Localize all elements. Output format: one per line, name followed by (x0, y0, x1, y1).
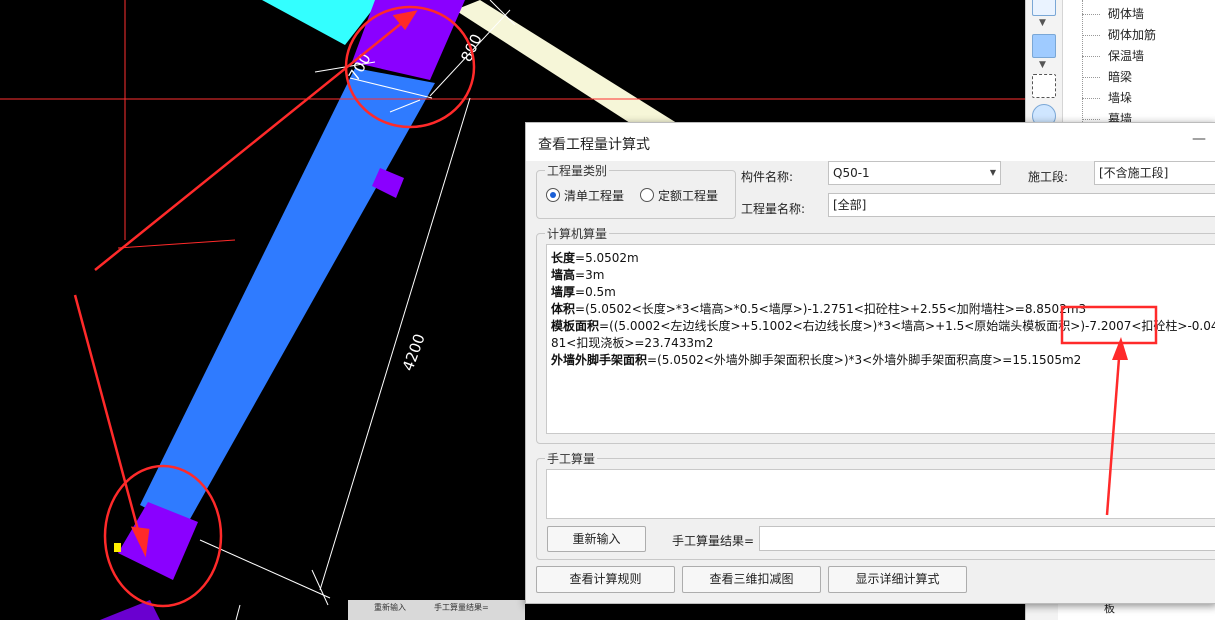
calc-line-volume: 体积=(5.0502<长度>*3<墙高>*0.5<墙厚>)-1.2751<扣砼柱… (551, 302, 1087, 316)
stage-select[interactable]: [不含施工段] (1094, 161, 1215, 185)
quantity-name-value: [全部] (833, 198, 867, 212)
category-group-title: 工程量类别 (545, 162, 610, 179)
calc-line-formwork-cont: 81<扣现浇板>=23.7433m2 (551, 336, 714, 350)
dialog-title: 查看工程量计算式 (538, 137, 650, 153)
reinput-button[interactable]: 重新输入 (547, 526, 646, 552)
yellow-marker (114, 543, 121, 552)
stage-value: [不含施工段] (1099, 166, 1169, 180)
manual-result-field[interactable] (759, 526, 1215, 551)
dialog-titlebar[interactable]: 查看工程量计算式 — (526, 123, 1215, 161)
calc-line-formwork: 模板面积=((5.0002<左边线长度>+5.1002<右边线长度>)*3<墙高… (551, 319, 1215, 333)
component-name-value: Q50-1 (833, 166, 870, 180)
hidden-result-text: 手工算量结果= (434, 603, 489, 612)
select-box-icon[interactable] (1032, 74, 1056, 98)
manual-calc-title: 手工算量 (545, 450, 598, 467)
radio-list-label[interactable]: 清单工程量 (564, 187, 624, 204)
radio-quota-quantity[interactable] (640, 188, 654, 202)
tree-item-insulation-wall[interactable]: 保温墙 (1074, 46, 1144, 66)
computer-calc-title: 计算机算量 (545, 225, 610, 242)
minimize-button[interactable]: — (1192, 131, 1206, 147)
stage-label: 施工段: (1028, 170, 1069, 184)
quantity-formula-dialog: 查看工程量计算式 — 工程量类别 清单工程量 定额工程量 构件名称: Q50-1… (525, 122, 1215, 604)
show-detail-formula-button[interactable]: 显示详细计算式 (828, 566, 967, 593)
quantity-name-label: 工程量名称: (741, 202, 806, 216)
tree-item-masonry-wall[interactable]: 砌体墙 (1074, 4, 1144, 24)
tree-item-masonry-rebar[interactable]: 砌体加筋 (1074, 25, 1156, 45)
calc-line-height: 墙高=3m (551, 268, 605, 282)
manual-result-label: 手工算量结果= (672, 534, 755, 548)
bottom-column (100, 600, 160, 620)
computer-calc-group: 计算机算量 长度=5.0502m 墙高=3m 墙厚=0.5m 体积=(5.050… (536, 225, 1215, 444)
quantity-name-select[interactable]: [全部] (828, 193, 1215, 217)
view-3d-deduction-button[interactable]: 查看三维扣减图 (682, 566, 821, 593)
hidden-reinput-text: 重新输入 (374, 603, 406, 612)
tree-item-wall-pier[interactable]: 墙垛 (1074, 88, 1132, 108)
calc-formula-textbox[interactable]: 长度=5.0502m 墙高=3m 墙厚=0.5m 体积=(5.0502<长度>*… (546, 244, 1215, 434)
calc-line-length: 长度=5.0502m (551, 251, 639, 265)
manual-formula-textbox[interactable] (546, 469, 1215, 519)
chevron-down-icon[interactable]: ▼ (1039, 60, 1046, 70)
category-group: 工程量类别 清单工程量 定额工程量 (536, 162, 736, 219)
chevron-down-icon: ▼ (989, 168, 996, 177)
radio-list-quantity[interactable] (546, 188, 560, 202)
view-rules-button[interactable]: 查看计算规则 (536, 566, 675, 593)
tree-item-hidden-beam[interactable]: 暗梁 (1074, 67, 1132, 87)
calc-line-scaffold: 外墙外脚手架面积=(5.0502<外墙外脚手架面积长度>)*3<外墙外脚手架面积… (551, 353, 1082, 367)
component-name-label: 构件名称: (741, 170, 794, 184)
manual-calc-group: 手工算量 重新输入 手工算量结果= (536, 450, 1215, 560)
hidden-panel-strip: 重新输入 手工算量结果= (348, 600, 525, 620)
wall-tool-icon[interactable] (1032, 0, 1056, 16)
calc-line-thickness: 墙厚=0.5m (551, 285, 616, 299)
component-name-select[interactable]: Q50-1 ▼ (828, 161, 1001, 185)
dim-4200-label: 4200 (399, 331, 429, 373)
wall-q50[interactable] (140, 68, 435, 528)
cube-tool-icon[interactable] (1032, 34, 1056, 58)
chevron-down-icon[interactable]: ▼ (1039, 18, 1046, 28)
radio-quota-label[interactable]: 定额工程量 (658, 187, 718, 204)
